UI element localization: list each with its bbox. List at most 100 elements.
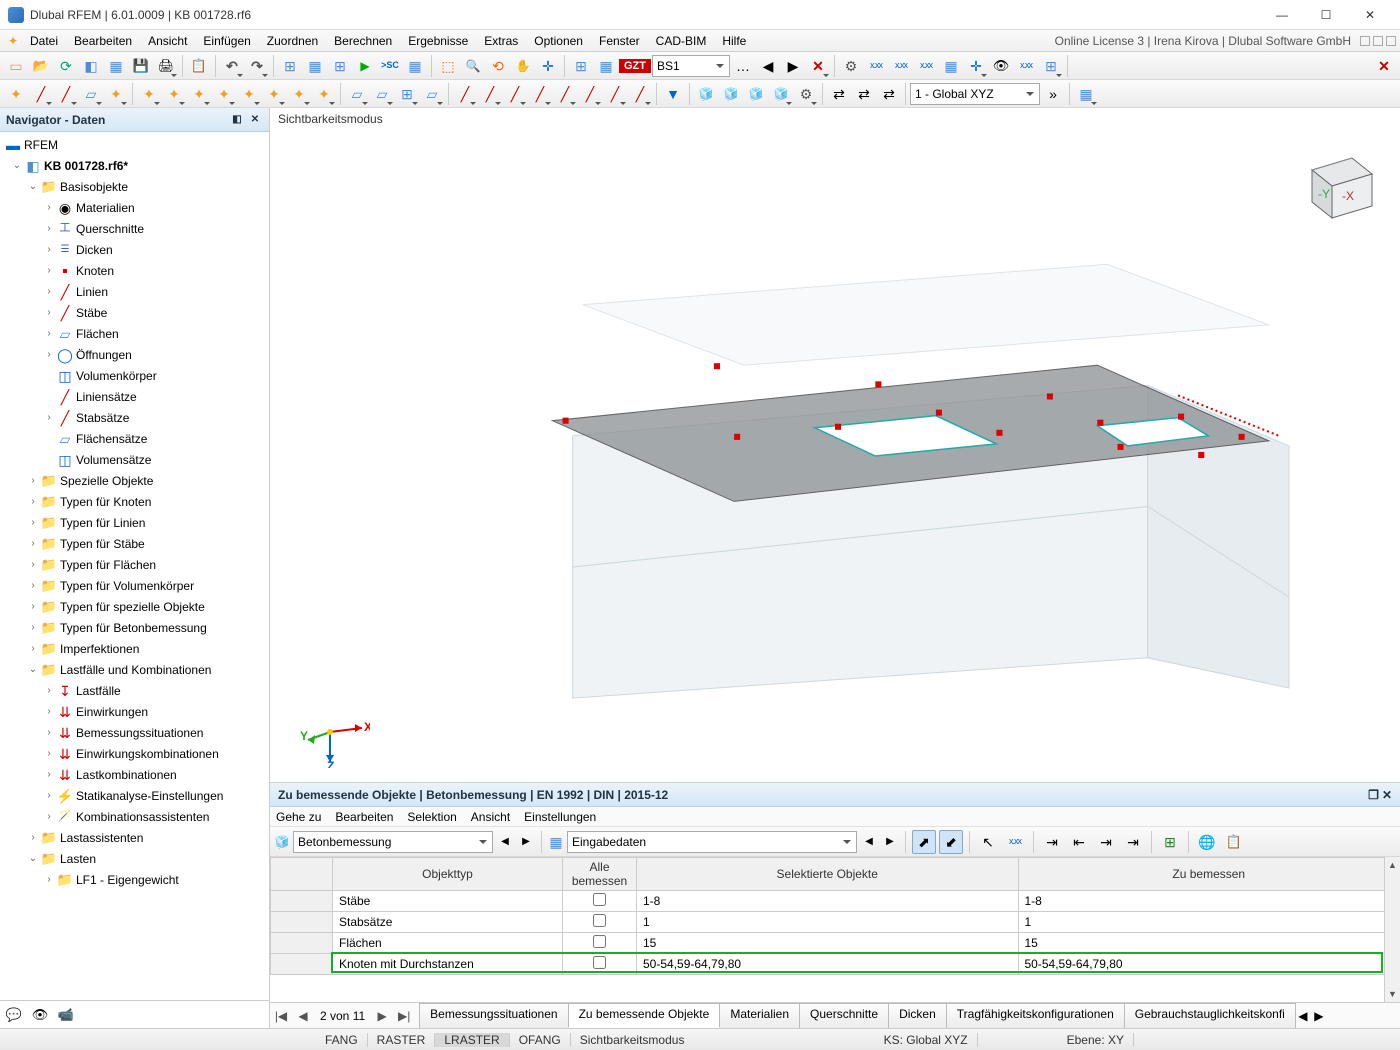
excel-button[interactable]: ⊞ xyxy=(1158,830,1182,854)
tree-item[interactable]: Flächensätze xyxy=(2,428,269,449)
sync-b-button[interactable]: ⬋ xyxy=(939,830,963,854)
tree-item[interactable]: Volumensätze xyxy=(2,449,269,470)
render-button[interactable] xyxy=(1074,82,1098,106)
layout-slot-1[interactable] xyxy=(1360,36,1370,46)
status-ebene[interactable]: Ebene: XY xyxy=(1058,1033,1134,1047)
tree-item[interactable]: ›Kombinationsassistenten xyxy=(2,806,269,827)
tool-19[interactable] xyxy=(578,82,602,106)
iso-e-button[interactable] xyxy=(794,82,818,106)
tree-group[interactable]: ›Spezielle Objekte xyxy=(2,470,269,491)
tabs-scroll-right[interactable]: ▶ xyxy=(1311,1009,1327,1023)
export-b-button[interactable]: ⇤ xyxy=(1067,830,1091,854)
tree-basisobjekte[interactable]: ⌄ Basisobjekte xyxy=(2,176,269,197)
design-next-button[interactable]: ▶ xyxy=(517,831,535,853)
menu-ergebnisse[interactable]: Ergebnisse xyxy=(400,32,476,50)
app-menu-icon[interactable] xyxy=(8,35,18,47)
tree-lastfaelle[interactable]: ⌄ Lastfälle und Kombinationen xyxy=(2,659,269,680)
tool-11[interactable] xyxy=(370,82,394,106)
menu-zuordnen[interactable]: Zuordnen xyxy=(259,32,326,50)
view2-button[interactable] xyxy=(303,54,327,78)
tool-20[interactable] xyxy=(603,82,627,106)
more-tools-button[interactable]: » xyxy=(1041,82,1065,106)
iso-a-button[interactable] xyxy=(694,82,718,106)
status-ofang[interactable]: OFANG xyxy=(510,1033,571,1047)
bp-menu-bearbeiten[interactable]: Bearbeiten xyxy=(335,810,393,824)
clipboard-button[interactable] xyxy=(187,54,211,78)
select-button[interactable] xyxy=(436,54,460,78)
pager-prev-button[interactable]: ◀ xyxy=(292,1009,314,1023)
tool-2[interactable] xyxy=(137,82,161,106)
tree-group[interactable]: ›Typen für spezielle Objekte xyxy=(2,596,269,617)
tree-item[interactable]: ›Stäbe xyxy=(2,302,269,323)
table-button[interactable] xyxy=(939,54,963,78)
tree-item[interactable]: ›Dicken xyxy=(2,239,269,260)
design-prev-button[interactable]: ◀ xyxy=(496,831,514,853)
bottom-panel-restore-button[interactable]: ❐ xyxy=(1368,788,1379,802)
chat-icon[interactable] xyxy=(6,1007,22,1023)
member-tool-button[interactable] xyxy=(54,82,78,106)
tree-group[interactable]: ›Typen für Stäbe xyxy=(2,533,269,554)
tree-group[interactable]: ›Lastassistenten xyxy=(2,827,269,848)
tool-b-button[interactable] xyxy=(964,54,988,78)
input-data-combo[interactable]: Eingabedaten xyxy=(567,831,857,853)
undo-button[interactable] xyxy=(220,54,244,78)
pager-last-button[interactable]: ▶| xyxy=(393,1009,415,1023)
table-row[interactable]: Flächen1515 xyxy=(271,933,1400,954)
tab-dicken[interactable]: Dicken xyxy=(888,1003,947,1028)
menu-hilfe[interactable]: Hilfe xyxy=(714,32,754,50)
print-button[interactable] xyxy=(154,54,178,78)
status-sichtbarkeitsmodus[interactable]: Sichtbarkeitsmodus xyxy=(571,1033,694,1047)
tool-18[interactable] xyxy=(553,82,577,106)
tree-item[interactable]: ›Statikanalyse-Einstellungen xyxy=(2,785,269,806)
visibility-icon[interactable] xyxy=(32,1007,48,1023)
menu-fenster[interactable]: Fenster xyxy=(591,32,648,50)
tabs-scroll-left[interactable]: ◀ xyxy=(1295,1009,1311,1023)
script-button[interactable]: >SC xyxy=(378,54,402,78)
sync-a-button[interactable]: ⬈ xyxy=(912,830,936,854)
design-all-checkbox[interactable] xyxy=(593,893,606,906)
navigator-close-button[interactable]: ✕ xyxy=(247,112,263,128)
menu-optionen[interactable]: Optionen xyxy=(526,32,591,50)
design-all-checkbox[interactable] xyxy=(593,935,606,948)
tree-group[interactable]: ›Typen für Flächen xyxy=(2,554,269,575)
navigator-pin-button[interactable]: ◧ xyxy=(229,112,245,128)
menu-cad-bim[interactable]: CAD-BIM xyxy=(648,32,715,50)
bp-menu-ansicht[interactable]: Ansicht xyxy=(471,810,510,824)
bottom-panel-close-button[interactable]: ✕ xyxy=(1382,788,1392,802)
design-all-checkbox[interactable] xyxy=(593,914,606,927)
node-tool-button[interactable] xyxy=(4,82,28,106)
tree-item[interactable]: Volumenkörper xyxy=(2,365,269,386)
visibility-button[interactable] xyxy=(989,54,1013,78)
show-loads-button[interactable] xyxy=(569,54,593,78)
tree-lasten[interactable]: ⌄ Lasten xyxy=(2,848,269,869)
camera-icon[interactable] xyxy=(58,1007,74,1023)
globe-button[interactable]: 🌐 xyxy=(1195,830,1219,854)
tree-item[interactable]: ›Flächen xyxy=(2,323,269,344)
tree-group[interactable]: ›Typen für Betonbemessung xyxy=(2,617,269,638)
report-button[interactable] xyxy=(1222,830,1246,854)
tool-4[interactable] xyxy=(187,82,211,106)
dim-xxx4-button[interactable]: x.xx xyxy=(1014,54,1038,78)
tool-5[interactable] xyxy=(212,82,236,106)
loadcase-combo[interactable]: BS1 xyxy=(652,55,730,77)
tab-tragfähigkeitskonfigurationen[interactable]: Tragfähigkeitskonfigurationen xyxy=(946,1003,1125,1028)
menu-einfügen[interactable]: Einfügen xyxy=(195,32,258,50)
tool-15[interactable] xyxy=(478,82,502,106)
tool-10[interactable] xyxy=(345,82,369,106)
tool-1[interactable] xyxy=(104,82,128,106)
refresh-button[interactable] xyxy=(54,54,78,78)
tree-item[interactable]: ›Einwirkungen xyxy=(2,701,269,722)
tree-item[interactable]: ›LF1 - Eigengewicht xyxy=(2,869,269,890)
bp-menu-selektion[interactable]: Selektion xyxy=(407,810,456,824)
tree-item[interactable]: ›Materialien xyxy=(2,197,269,218)
tool-7[interactable] xyxy=(262,82,286,106)
menu-ansicht[interactable]: Ansicht xyxy=(140,32,195,50)
tree-item[interactable]: ›Linien xyxy=(2,281,269,302)
models-button[interactable] xyxy=(104,54,128,78)
view3-button[interactable] xyxy=(328,54,352,78)
tab-zu-bemessende-objekte[interactable]: Zu bemessende Objekte xyxy=(568,1003,721,1028)
fit-button[interactable] xyxy=(536,54,560,78)
dim-xxx3-button[interactable]: x.xx xyxy=(914,54,938,78)
tree-item[interactable]: ›Lastkombinationen xyxy=(2,764,269,785)
tree-item[interactable]: ›Bemessungssituationen xyxy=(2,722,269,743)
